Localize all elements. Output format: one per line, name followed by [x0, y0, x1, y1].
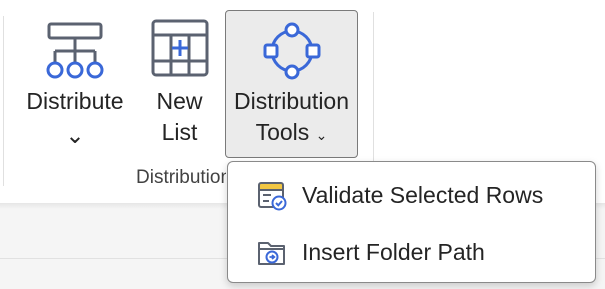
folder-path-icon — [258, 242, 285, 265]
distribute-button[interactable]: Distribute ⌄ — [20, 10, 130, 158]
menu-item-validate-selected-rows[interactable]: Validate Selected Rows — [234, 172, 589, 218]
table-add-icon — [151, 19, 208, 77]
distribution-tools-label-line1: Distribution — [233, 88, 350, 114]
tools-label-text: Tools — [255, 119, 310, 145]
chevron-down-icon: ⌄ — [315, 127, 328, 143]
new-list-label-line1: New — [156, 88, 203, 114]
new-list-button[interactable]: New List — [142, 10, 217, 158]
chevron-down-icon: ⌄ — [65, 122, 85, 148]
hierarchy-icon — [46, 22, 104, 79]
ribbon-separator — [3, 16, 4, 186]
distribute-label: Distribute — [26, 88, 124, 114]
insert-folder-path-label: Insert Folder Path — [302, 239, 485, 265]
menu-item-insert-folder-path[interactable]: Insert Folder Path — [234, 229, 589, 275]
distribution-tools-button[interactable]: Distribution Tools ⌄ — [225, 10, 358, 158]
distribution-tools-menu: Validate Selected Rows Insert Folder Pat… — [227, 161, 596, 283]
group-label-distribution: Distribution — [136, 167, 226, 188]
nodes-icon — [263, 22, 320, 80]
validate-selected-rows-label: Validate Selected Rows — [302, 182, 544, 208]
distribution-tools-label-line2: Tools ⌄ — [226, 117, 357, 151]
validate-rows-icon — [258, 182, 287, 211]
new-list-label-line2: List — [161, 119, 198, 145]
